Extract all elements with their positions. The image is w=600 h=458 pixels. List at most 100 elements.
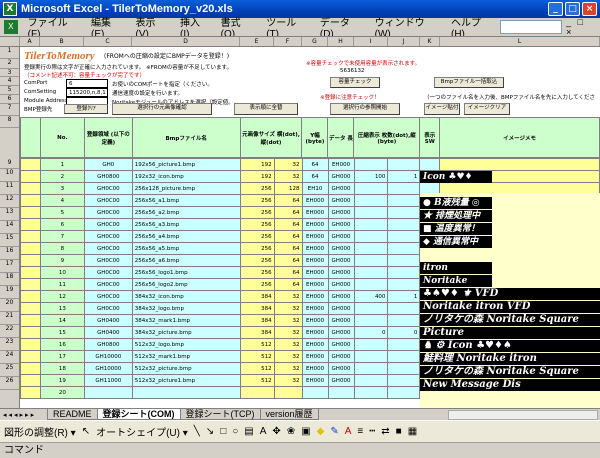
cell-height[interactable]: 64 [273,218,303,231]
cell-compress-byte[interactable] [387,158,421,171]
cell-width[interactable]: 192 [239,158,275,171]
cell-no[interactable]: 8 [39,242,85,255]
cell-bmp-file[interactable]: 384x32_logo.bmp [131,302,241,315]
cell-area[interactable] [83,386,133,399]
autoshape-menu-button[interactable]: オートシェイプ(U) ▾ [96,424,188,439]
cell-data-length[interactable] [327,386,355,399]
cell-height[interactable]: 32 [273,326,303,339]
cell-area[interactable]: GH0C00 [83,218,133,231]
cell-data-length[interactable]: GH000 [327,170,355,183]
cell-width[interactable]: 256 [239,194,275,207]
cell-compress-count[interactable] [353,386,389,399]
cell-compress-count[interactable] [353,158,389,171]
cell-height[interactable]: 64 [273,266,303,279]
row-header[interactable]: 4 [0,77,19,86]
cell-area[interactable]: GH0C00 [83,194,133,207]
memo-bitmap-image[interactable]: ノリタケの森 Noritake Square [420,366,600,378]
cell-y-bytes[interactable]: EH000 [301,194,329,207]
row-header[interactable]: 5 [0,86,19,95]
cell-compress-count[interactable] [353,266,389,279]
memo-bitmap-image[interactable]: 鮭料理 Noritake itron [420,353,600,365]
draw-menu-button[interactable]: 図形の調整(R) ▾ [4,424,76,439]
cell-compress-byte[interactable] [387,194,421,207]
row-header[interactable]: 9 [0,128,19,169]
cell-compress-byte[interactable] [387,374,421,387]
worksheet[interactable]: A B C D E F G H I J K L 1 2 3 4 5 6 7 8 … [0,36,600,408]
cell-y-bytes[interactable]: EH000 [301,362,329,375]
row-header[interactable]: 11 [0,182,19,195]
cell-bmp-file[interactable]: 256x128_picture.bmp [131,182,241,195]
memo-bitmap-image[interactable]: Picture [420,327,600,339]
image-attach-button[interactable]: イメージ貼付 [424,103,460,115]
cell-area[interactable]: GH0C00 [83,254,133,267]
row-marker[interactable] [20,158,41,171]
cell-no[interactable]: 10 [39,266,85,279]
cell-no[interactable]: 15 [39,326,85,339]
cell-y-bytes[interactable]: EH000 [301,290,329,303]
cell-width[interactable] [239,386,275,399]
help-question-input[interactable] [499,20,563,34]
tab-register-com[interactable]: 登録シート(COM) [96,409,181,420]
cell-data-length[interactable]: GH000 [327,182,355,195]
cell-no[interactable]: 14 [39,314,85,327]
memo-bitmap-image[interactable]: ノリタケの森 Noritake Square [420,314,600,326]
memo-bitmap-image[interactable]: Icon ♣♥♦ [420,171,492,183]
cell-no[interactable]: 4 [39,194,85,207]
cell-compress-byte[interactable] [387,350,421,363]
arrow-style-icon[interactable]: ⇄ [381,426,389,437]
cell-width[interactable]: 384 [239,326,275,339]
cell-width[interactable]: 256 [239,242,275,255]
column-header[interactable]: D [132,37,240,46]
comport-input[interactable]: 6 [66,79,108,88]
cell-y-bytes[interactable]: EH10 [301,182,329,195]
cell-y-bytes[interactable]: EH000 [301,254,329,267]
cell-data-length[interactable]: GH000 [327,266,355,279]
cell-height[interactable]: 32 [273,362,303,375]
column-header[interactable]: J [388,37,420,46]
cell-display-sw[interactable] [419,158,441,171]
cell-y-bytes[interactable]: EH000 [301,338,329,351]
cell-compress-count[interactable] [353,218,389,231]
row-marker[interactable] [20,206,41,219]
line-icon[interactable]: ╲ [194,426,200,437]
row-marker[interactable] [20,230,41,243]
cell-height[interactable]: 64 [273,254,303,267]
cell-area[interactable]: GH0800 [83,170,133,183]
cell-bmp-file[interactable]: 192x32_icon.bmp [131,170,241,183]
cell-no[interactable]: 3 [39,182,85,195]
cell-bmp-file[interactable]: 512x32_mark1.bmp [131,350,241,363]
cell-height[interactable]: 64 [273,230,303,243]
tab-readme[interactable]: README [47,409,98,420]
cell-height[interactable]: 64 [273,206,303,219]
cell-compress-count[interactable] [353,374,389,387]
cell-compress-byte[interactable] [387,230,421,243]
cell-area[interactable]: GH0C00 [83,290,133,303]
cell-data-length[interactable]: EH000 [327,158,355,171]
cell-data-length[interactable]: GH000 [327,374,355,387]
cell-compress-count[interactable] [353,242,389,255]
cell-compress-count[interactable] [353,314,389,327]
cell-compress-byte[interactable] [387,218,421,231]
row-marker[interactable] [20,194,41,207]
cell-width[interactable]: 192 [239,170,275,183]
cell-y-bytes[interactable] [301,386,329,399]
comsetting-input[interactable]: 115200,n,8,1 [66,88,108,97]
cell-bmp-file[interactable]: 256x56_a6.bmp [131,254,241,267]
horizontal-scrollbar[interactable] [448,409,598,420]
row-header[interactable]: 14 [0,221,19,234]
cell-no[interactable]: 13 [39,302,85,315]
cell-compress-count[interactable] [353,182,389,195]
bmp-bulk-import-button[interactable]: Bmpファイル一括取込 [434,77,504,88]
cell-y-bytes[interactable]: EH000 [301,242,329,255]
cell-height[interactable] [273,386,303,399]
row-header[interactable]: 8 [0,116,19,128]
cell-width[interactable]: 256 [239,218,275,231]
row-marker[interactable] [20,266,41,279]
cell-bmp-file[interactable]: 256x56_logo2.bmp [131,278,241,291]
cell-height[interactable]: 32 [273,350,303,363]
memo-bitmap-image[interactable]: ♣♠♥♦ ⚜ VFD [420,288,600,300]
cell-bmp-file[interactable]: 256x56_logo1.bmp [131,266,241,279]
image-clear-button[interactable]: イメージクリア [464,103,510,115]
cell-compress-byte[interactable]: 1 [387,290,421,303]
cell-bmp-file[interactable]: 384x32_picture.bmp [131,326,241,339]
